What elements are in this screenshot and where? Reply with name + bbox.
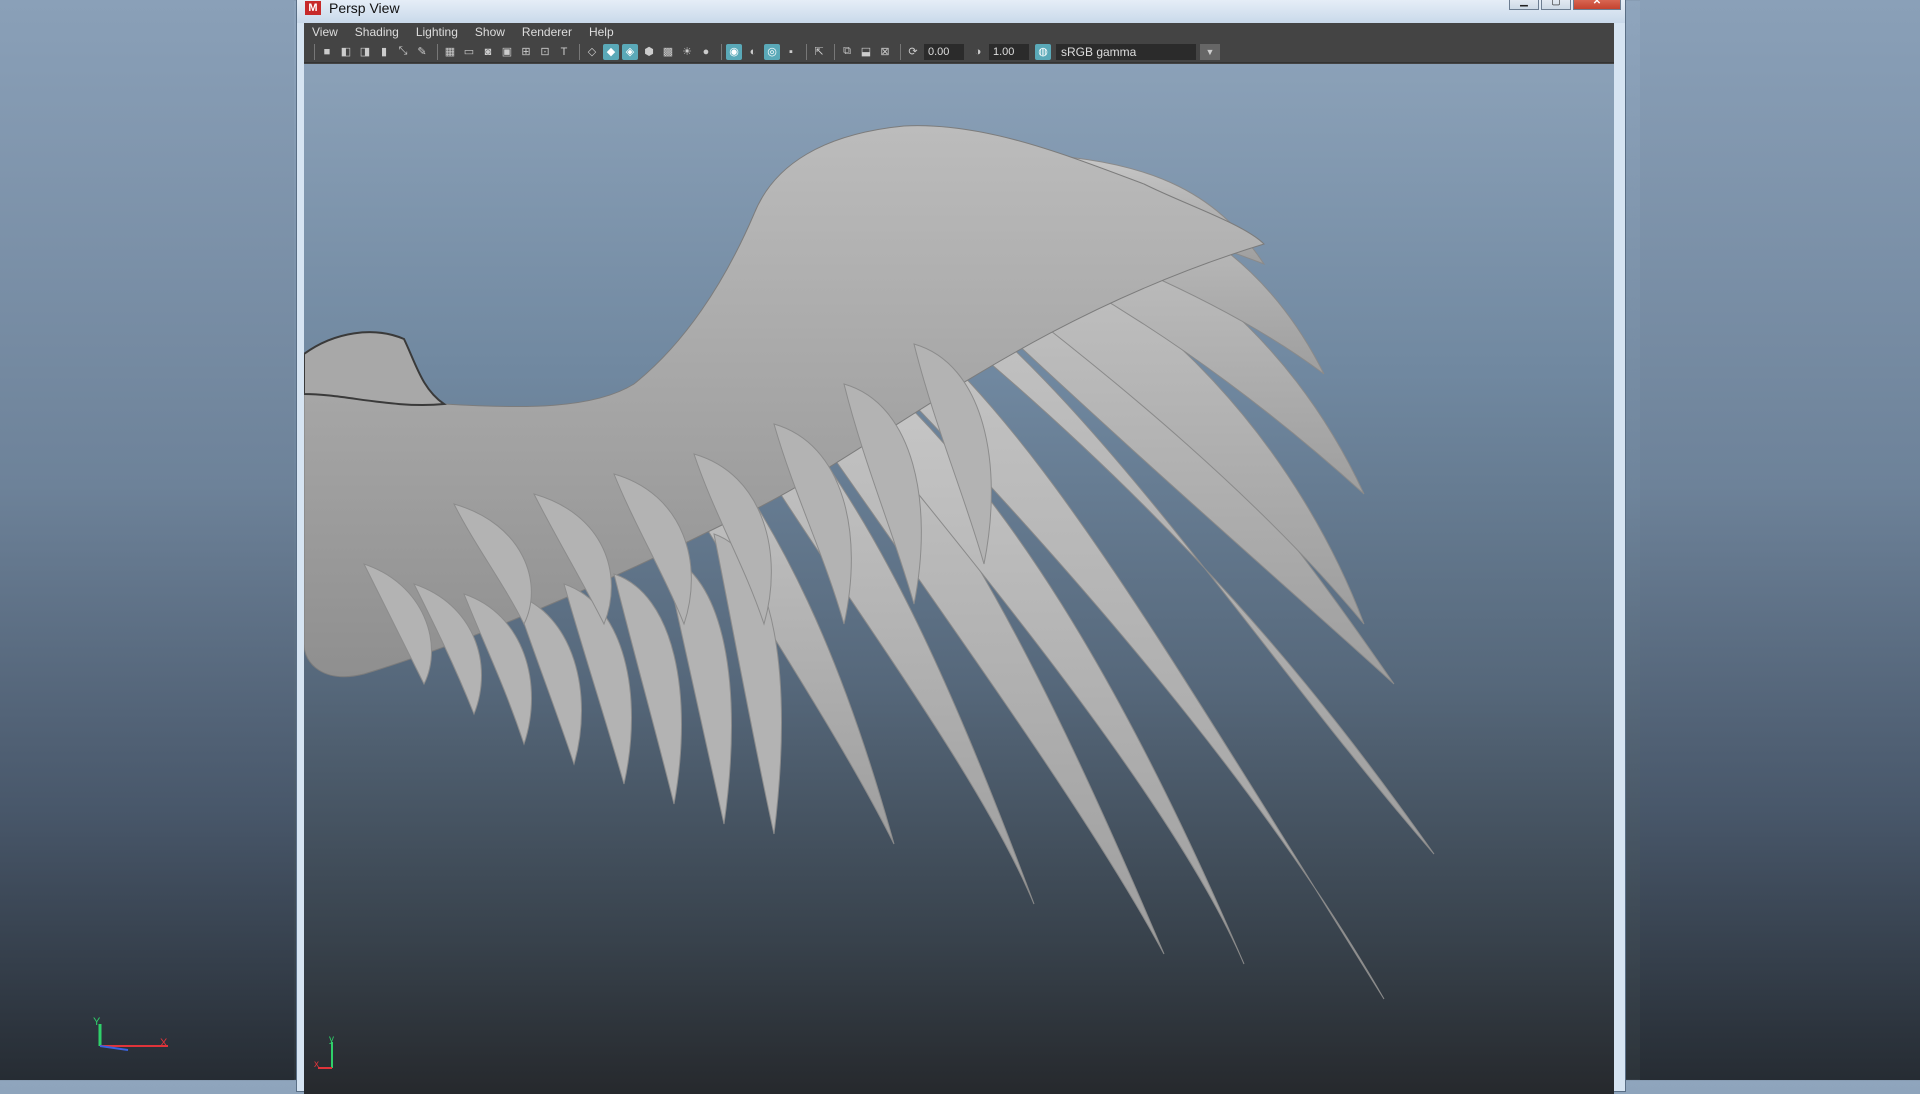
view-transform-label: sRGB gamma: [1061, 44, 1137, 59]
svg-text:Y: Y: [93, 1016, 101, 1028]
use-all-lights-icon[interactable]: ▩: [660, 44, 676, 60]
window-title: Persp View: [329, 0, 400, 16]
gamma-field[interactable]: 1.00: [989, 43, 1029, 60]
backface-culling-icon[interactable]: ⬓: [858, 44, 874, 60]
safe-title-icon[interactable]: T: [556, 44, 572, 60]
grid-icon[interactable]: ▦: [442, 44, 458, 60]
wing-model: [304, 125, 1435, 1000]
view-transform-select[interactable]: sRGB gamma ▼: [1056, 43, 1220, 60]
bookmark-icon[interactable]: ◨: [357, 44, 373, 60]
xray-joints-icon[interactable]: ⧉: [839, 44, 855, 60]
background-viewport-right: [1640, 0, 1920, 1080]
wireframe-icon[interactable]: ◇: [584, 44, 600, 60]
resolution-gate-icon[interactable]: ◙: [480, 44, 496, 60]
smooth-shade-icon[interactable]: ◆: [603, 43, 619, 60]
toolbar-divider: [806, 43, 807, 60]
textured-icon[interactable]: ⬢: [641, 44, 657, 60]
multisample-aa-icon[interactable]: ◐: [745, 44, 761, 60]
wireframe-on-shaded-icon[interactable]: ◈: [622, 43, 638, 60]
close-icon[interactable]: ✕: [1573, 0, 1621, 10]
toolbar-divider: [437, 43, 438, 60]
exposure-icon[interactable]: ⟳: [905, 44, 921, 60]
toolbar-divider: [900, 43, 901, 60]
maximize-icon[interactable]: ▢: [1541, 0, 1571, 10]
camera-rotate-icon[interactable]: ⊠: [877, 44, 893, 60]
wing-shoulder-stump: [304, 331, 447, 406]
gamma-icon[interactable]: ◑: [970, 44, 986, 60]
camera-attributes-icon[interactable]: ◧: [338, 44, 354, 60]
grease-pencil-icon[interactable]: ✎: [414, 44, 430, 60]
axis-label-x: x: [314, 1059, 319, 1070]
svg-text:X: X: [160, 1037, 168, 1049]
background-viewport-left: Y X: [0, 0, 294, 1080]
menu-lighting[interactable]: Lighting: [416, 25, 458, 39]
chevron-down-icon[interactable]: ▼: [1200, 43, 1220, 60]
screen-space-ao-icon[interactable]: ●: [698, 44, 714, 60]
axis-gizmo: y x: [314, 1034, 334, 1070]
minimize-icon[interactable]: ▁: [1509, 0, 1539, 10]
toolbar-divider: [314, 43, 315, 60]
panel-toolbar: ■ ◧ ◨ ▮ ⤡ ✎ ▦ ▭ ◙ ▣ ⊞ ⊡ T ◇ ◆ ◈ ⬢ ▩ ☀ ● …: [304, 41, 1614, 63]
menu-show[interactable]: Show: [475, 25, 505, 39]
persp-viewport[interactable]: y x: [304, 64, 1614, 1094]
toolbar-divider: [721, 43, 722, 60]
maya-app-icon: M: [305, 1, 321, 15]
depth-of-field-icon[interactable]: ◎: [764, 43, 780, 60]
menu-shading[interactable]: Shading: [355, 25, 399, 39]
model-panel: View Shading Lighting Show Renderer Help…: [304, 23, 1614, 1094]
axis-gizmo-left: Y X: [93, 1016, 168, 1051]
toolbar-divider: [579, 43, 580, 60]
image-plane-icon[interactable]: ▮: [376, 44, 392, 60]
exposure-field[interactable]: 0.00: [924, 43, 964, 60]
motion-blur-icon[interactable]: ◉: [726, 43, 742, 60]
menu-help[interactable]: Help: [589, 25, 614, 39]
field-chart-icon[interactable]: ⊞: [518, 44, 534, 60]
persp-view-window: M Persp View ▁ ▢ ✕ View Shading Lighting…: [296, 0, 1626, 1094]
select-camera-icon[interactable]: ■: [319, 44, 335, 60]
window-titlebar[interactable]: M Persp View ▁ ▢ ✕: [297, 0, 1625, 23]
menu-renderer[interactable]: Renderer: [522, 25, 572, 39]
isolate-select-icon[interactable]: ⇱: [811, 44, 827, 60]
gate-mask-icon[interactable]: ▣: [499, 44, 515, 60]
menu-view[interactable]: View: [312, 25, 338, 39]
shadows-icon[interactable]: ☀: [679, 44, 695, 60]
toolbar-divider: [834, 43, 835, 60]
axis-label-y: y: [329, 1034, 334, 1045]
color-management-icon[interactable]: ◍: [1035, 43, 1051, 60]
safe-action-icon[interactable]: ⊡: [537, 44, 553, 60]
2d-pan-zoom-icon[interactable]: ⤡: [395, 44, 411, 60]
panel-menubar: View Shading Lighting Show Renderer Help: [304, 23, 1614, 41]
film-gate-icon[interactable]: ▭: [461, 44, 477, 60]
xray-icon[interactable]: ▪: [783, 44, 799, 60]
